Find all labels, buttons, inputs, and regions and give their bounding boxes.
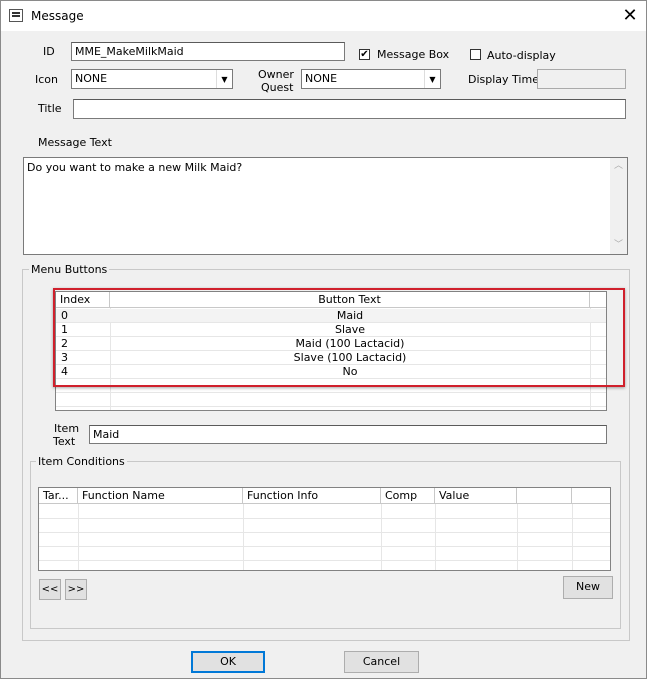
owner-quest-select-value: NONE bbox=[305, 72, 338, 85]
column-header-spacer bbox=[590, 292, 606, 308]
title-bar: Message ✕ bbox=[1, 1, 646, 31]
row-index: 0 bbox=[61, 309, 68, 322]
message-text-area[interactable]: Do you want to make a new Milk Maid? ︿ ﹀ bbox=[23, 157, 628, 255]
column-header-extra-1[interactable] bbox=[517, 488, 572, 504]
table-row[interactable]: 3 Slave (100 Lactacid) bbox=[56, 351, 606, 365]
owner-quest-select[interactable]: NONE ▼ bbox=[301, 69, 441, 89]
row-divider bbox=[39, 560, 610, 561]
item-text-label-line1: Item bbox=[54, 422, 80, 435]
owner-quest-label-line1: Owner bbox=[258, 68, 294, 81]
display-time-input[interactable] bbox=[537, 69, 626, 89]
table-row[interactable]: 1 Slave bbox=[56, 323, 606, 337]
auto-display-label: Auto-display bbox=[487, 49, 556, 62]
id-input[interactable]: MME_MakeMilkMaid bbox=[71, 42, 345, 61]
item-conditions-list[interactable]: Tar... Function Name Function Info Comp … bbox=[38, 487, 611, 571]
menu-buttons-list[interactable]: Index Button Text 0 Maid 1 Slave 2 Maid … bbox=[55, 291, 607, 411]
cancel-button[interactable]: Cancel bbox=[344, 651, 419, 673]
owner-quest-label-line2: Quest bbox=[261, 81, 294, 94]
empty-row bbox=[56, 393, 606, 407]
window-icon bbox=[9, 9, 23, 22]
message-text-scrollbar[interactable]: ︿ ﹀ bbox=[610, 158, 627, 254]
row-index: 3 bbox=[61, 351, 68, 364]
window-title: Message bbox=[31, 9, 84, 23]
chevron-down-icon: ▼ bbox=[424, 70, 440, 88]
close-icon[interactable]: ✕ bbox=[615, 3, 645, 29]
row-button-text: No bbox=[342, 365, 358, 378]
column-header-function-info[interactable]: Function Info bbox=[243, 488, 381, 504]
id-label: ID bbox=[43, 45, 55, 58]
auto-display-checkbox[interactable] bbox=[470, 49, 481, 60]
column-header-value[interactable]: Value bbox=[435, 488, 517, 504]
message-box-label: Message Box bbox=[377, 48, 450, 61]
icon-select[interactable]: NONE ▼ bbox=[71, 69, 233, 89]
next-button[interactable]: >> bbox=[65, 579, 87, 600]
ok-button[interactable]: OK bbox=[191, 651, 265, 673]
item-conditions-group-label: Item Conditions bbox=[36, 455, 127, 468]
icon-label: Icon bbox=[35, 73, 58, 86]
row-button-text: Maid bbox=[336, 309, 364, 322]
row-index: 1 bbox=[61, 323, 68, 336]
message-text-label: Message Text bbox=[38, 136, 112, 149]
column-header-target[interactable]: Tar... bbox=[39, 488, 78, 504]
column-header-comp[interactable]: Comp bbox=[381, 488, 435, 504]
empty-row bbox=[56, 379, 606, 393]
column-header-button-text[interactable]: Button Text bbox=[110, 292, 590, 308]
title-label: Title bbox=[38, 102, 62, 115]
table-row[interactable]: 4 No bbox=[56, 365, 606, 379]
column-header-function-name[interactable]: Function Name bbox=[78, 488, 243, 504]
title-input[interactable] bbox=[73, 99, 626, 119]
row-index: 4 bbox=[61, 365, 68, 378]
row-button-text: Slave (100 Lactacid) bbox=[293, 351, 407, 364]
checkmark-icon: ✔ bbox=[360, 49, 369, 60]
scroll-up-icon[interactable]: ︿ bbox=[610, 158, 627, 175]
chevron-down-icon: ▼ bbox=[216, 70, 232, 88]
message-text-value: Do you want to make a new Milk Maid? bbox=[27, 161, 243, 174]
message-box-checkbox[interactable]: ✔ bbox=[359, 49, 370, 60]
row-button-text: Slave bbox=[334, 323, 366, 336]
new-condition-button[interactable]: New bbox=[563, 576, 613, 599]
previous-button[interactable]: << bbox=[39, 579, 61, 600]
scroll-down-icon[interactable]: ﹀ bbox=[610, 237, 627, 254]
display-time-label: Display Time bbox=[468, 73, 539, 86]
row-divider bbox=[39, 518, 610, 519]
row-divider bbox=[39, 532, 610, 533]
row-index: 2 bbox=[61, 337, 68, 350]
item-text-input[interactable]: Maid bbox=[89, 425, 607, 444]
row-divider bbox=[39, 546, 610, 547]
column-header-extra-2[interactable] bbox=[572, 488, 610, 504]
table-row[interactable]: 2 Maid (100 Lactacid) bbox=[56, 337, 606, 351]
message-dialog: Message ✕ ID MME_MakeMilkMaid ✔ Message … bbox=[0, 0, 647, 679]
menu-buttons-group-label: Menu Buttons bbox=[29, 263, 110, 276]
icon-select-value: NONE bbox=[75, 72, 108, 85]
row-button-text: Maid (100 Lactacid) bbox=[295, 337, 405, 350]
column-header-index[interactable]: Index bbox=[56, 292, 110, 308]
table-row[interactable]: 0 Maid bbox=[56, 309, 606, 323]
item-text-label-line2: Text bbox=[53, 435, 76, 448]
